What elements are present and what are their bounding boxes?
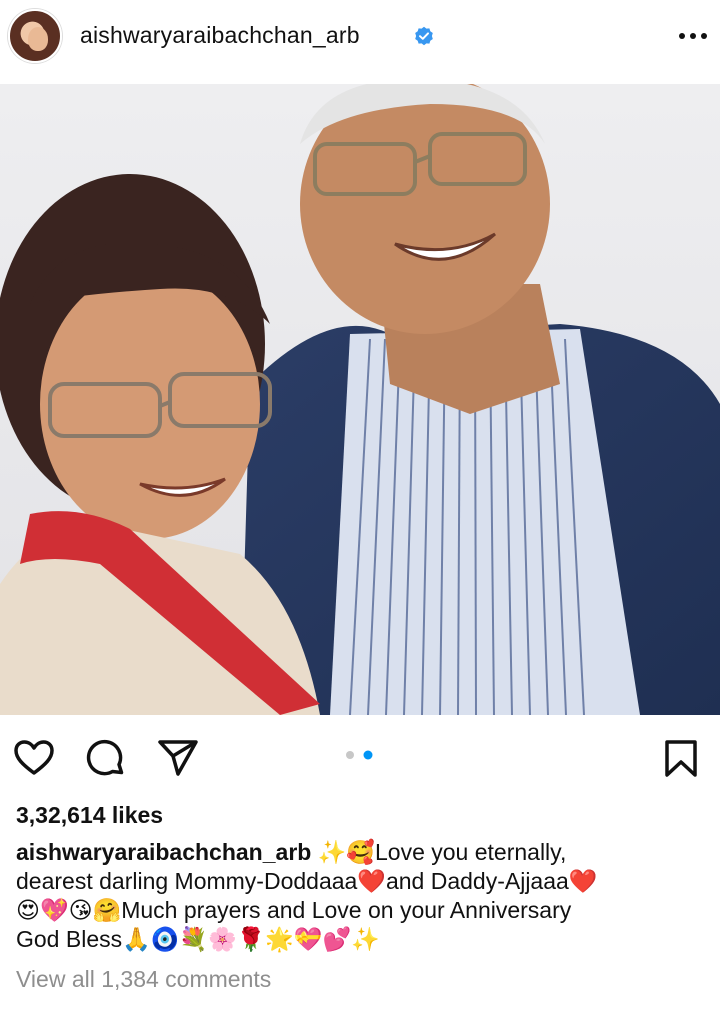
verified-badge-icon	[415, 26, 433, 46]
carousel-indicator	[346, 750, 373, 760]
carousel-dot-active	[363, 750, 373, 760]
post-caption: aishwaryaraibachchan_arb ✨🥰Love you eter…	[16, 838, 706, 954]
post-actions-bar	[0, 715, 720, 805]
post-header: aishwaryaraibachchan_arb	[0, 0, 720, 84]
caption-username[interactable]: aishwaryaraibachchan_arb	[16, 839, 311, 865]
like-count[interactable]: 3,32,614 likes	[16, 802, 163, 829]
comment-bubble-icon[interactable]	[86, 739, 126, 779]
view-comments-link[interactable]: View all 1,384 comments	[16, 966, 271, 993]
carousel-dot-inactive	[346, 751, 354, 759]
profile-avatar[interactable]	[8, 9, 62, 63]
bookmark-icon[interactable]	[664, 739, 698, 779]
post-photo[interactable]	[0, 84, 720, 715]
caption-text-4: God Bless🙏🧿💐🌸🌹🌟💝💕✨	[16, 926, 380, 952]
post-username[interactable]: aishwaryaraibachchan_arb	[80, 22, 360, 49]
caption-text-2: dearest darling Mommy-Doddaaa❤️and Daddy…	[16, 868, 598, 894]
caption-text-3: 😍💖😘🤗Much prayers and Love on your Annive…	[16, 897, 572, 923]
couple-photo-illustration	[0, 84, 720, 715]
caption-line-1: aishwaryaraibachchan_arb ✨🥰Love you eter…	[16, 838, 706, 867]
more-options-icon[interactable]	[676, 24, 712, 48]
heart-icon[interactable]	[14, 740, 54, 776]
caption-text-1: ✨🥰Love you eternally,	[317, 839, 567, 865]
paper-plane-icon[interactable]	[158, 739, 198, 777]
